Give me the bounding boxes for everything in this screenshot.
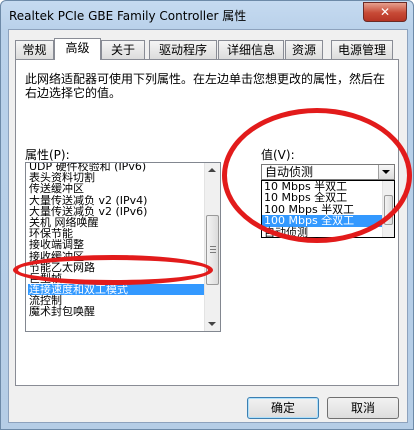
list-item[interactable]: 节能乙太网路: [28, 262, 204, 273]
scrollbar-thumb[interactable]: [206, 215, 219, 285]
tab-driver[interactable]: 驱动程序: [149, 40, 217, 59]
property-listbox[interactable]: UDP 硬件校验和 (IPv6) 表头资料切割 传送缓冲区 大量传送减负 v2 …: [25, 162, 221, 332]
close-button[interactable]: ✕: [363, 2, 407, 22]
dropdown-option-selected[interactable]: 100 Mbps 全双工: [262, 215, 394, 227]
list-item[interactable]: 大量传送减负 v2 (IPv6): [28, 206, 204, 217]
dropdown-scrollbar-thumb[interactable]: [384, 195, 393, 225]
close-icon: ✕: [379, 5, 391, 19]
scroll-up-icon[interactable]: [208, 168, 216, 172]
dropdown-option[interactable]: 自动侦测: [262, 226, 394, 237]
grip-line: [210, 246, 216, 247]
list-item-selected[interactable]: 连接速度和双工模式: [28, 284, 204, 296]
list-item[interactable]: 大量传送减负 v2 (IPv4): [28, 195, 204, 206]
scroll-down-icon[interactable]: [208, 322, 216, 326]
dialog-body: 常规 高级 关于 驱动程序 详细信息 资源 电源管理 此网络适配器可使用下列属性…: [8, 29, 408, 423]
list-item[interactable]: 流控制: [28, 295, 204, 306]
list-item[interactable]: 魔术封包唤醒: [28, 306, 204, 317]
window-title: Realtek PCIe GBE Family Controller 属性: [9, 9, 247, 23]
tab-advanced[interactable]: 高级: [54, 38, 101, 60]
ok-button[interactable]: 确定: [247, 397, 319, 419]
list-item[interactable]: 接收缓冲区: [28, 251, 204, 262]
tab-details[interactable]: 详细信息: [218, 40, 284, 59]
tab-general[interactable]: 常规: [15, 40, 54, 59]
list-item[interactable]: 接收端调整: [28, 239, 204, 250]
cancel-button[interactable]: 取消: [327, 397, 399, 419]
dropdown-button[interactable]: [378, 165, 394, 179]
chevron-down-icon: [382, 170, 390, 174]
list-item[interactable]: 表头资料切割: [28, 172, 204, 183]
property-label: 属性(P):: [25, 148, 70, 162]
list-item[interactable]: 巨型帧: [28, 273, 204, 284]
tab-resources[interactable]: 资源: [285, 40, 323, 59]
grip-line: [210, 249, 216, 250]
value-label: 值(V):: [261, 148, 295, 162]
list-item[interactable]: 关机 网络唤醒: [28, 217, 204, 228]
advanced-panel: 此网络适配器可使用下列属性。在左边单击您想更改的属性，然后在右边选择它的值。 属…: [15, 59, 399, 386]
list-item[interactable]: UDP 硬件校验和 (IPv6): [28, 163, 204, 172]
title-bar[interactable]: Realtek PCIe GBE Family Controller 属性 ✕: [1, 1, 413, 29]
property-list: UDP 硬件校验和 (IPv6) 表头资料切割 传送缓冲区 大量传送减负 v2 …: [28, 163, 204, 318]
grip-line: [210, 252, 216, 253]
value-combobox[interactable]: 自动侦测: [261, 164, 395, 180]
tab-about[interactable]: 关于: [101, 40, 145, 59]
combo-value: 自动侦测: [265, 165, 314, 179]
list-item[interactable]: 环保节能: [28, 228, 204, 239]
properties-dialog: Realtek PCIe GBE Family Controller 属性 ✕ …: [0, 0, 414, 430]
tab-power-management[interactable]: 电源管理: [331, 40, 393, 59]
property-list-scrollbar[interactable]: [204, 163, 220, 331]
description-text: 此网络适配器可使用下列属性。在左边单击您想更改的属性，然后在右边选择它的值。: [25, 72, 386, 100]
value-dropdown-list[interactable]: 10 Mbps 半双工 10 Mbps 全双工 100 Mbps 半双工 100…: [261, 180, 395, 238]
dropdown-scrollbar[interactable]: [382, 181, 394, 237]
list-item[interactable]: 传送缓冲区: [28, 183, 204, 194]
